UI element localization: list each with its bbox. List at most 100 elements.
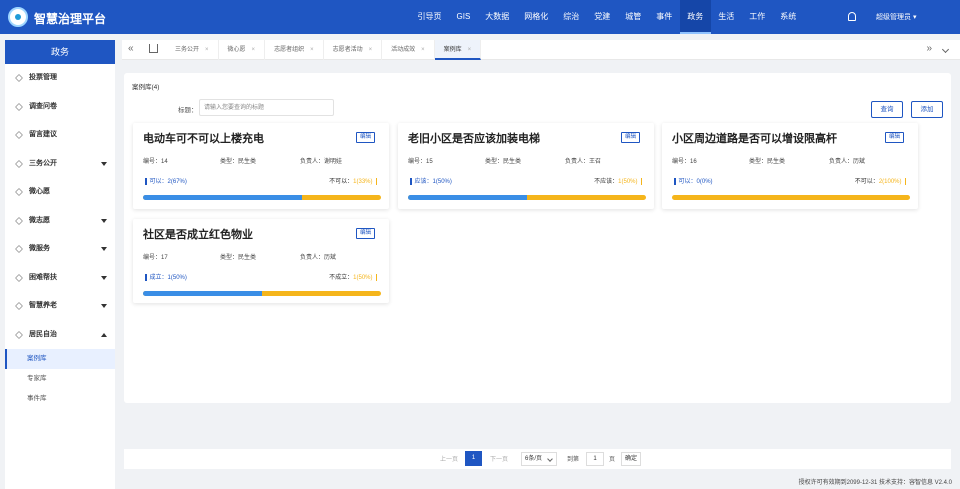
yes-value: 1(50%) [432,179,452,185]
sidebar: 政务 投票管理 调查问卷 留言建议 三务公开 微心愿 微志愿 微服务 困难帮扶 … [5,40,115,489]
pagination: 上一页 1 下一页 6条/页 到第 1 页 确定 [124,449,951,469]
close-icon[interactable]: × [252,47,256,53]
tab-label: 活动成效 [391,47,416,53]
no-value: 1(50%) [618,179,638,185]
tab-label: 志愿者活动 [332,47,363,53]
close-icon[interactable]: × [468,47,472,53]
home-icon[interactable] [149,44,158,53]
edit-button[interactable]: 编辑 [620,132,640,143]
sidebar-item-service[interactable]: 微服务 [5,235,115,264]
bell-icon[interactable] [848,12,856,21]
no-label: 不应该： [594,179,619,185]
nav-comprehensive[interactable]: 综治 [556,0,587,34]
sidebar-item-label: 留言建议 [29,131,57,138]
close-icon[interactable]: × [421,47,425,53]
no-label: 不可以： [329,179,354,185]
case-number: 编号：16 [672,159,697,165]
sidebar-item-label: 投票管理 [29,74,57,81]
nav-gis[interactable]: GIS [449,0,478,34]
page-number-button[interactable]: 1 [465,451,482,466]
case-card: 社区是否成立红色物业 编辑 编号：17 类型：民生类 负责人：历斌 成立：1(5… [133,219,389,303]
sidebar-item-suggestion[interactable]: 留言建议 [5,121,115,150]
close-icon[interactable]: × [310,47,314,53]
yes-stat: 可以：0(0%) [674,176,713,185]
case-type: 类型：民生类 [749,159,786,165]
case-type: 类型：民生类 [220,159,257,165]
nav-government[interactable]: 政务 [679,0,711,34]
tab-volunteer-activity[interactable]: 志愿者活动 × [324,40,383,60]
next-page-button[interactable]: 下一页 [490,454,508,463]
nav-system[interactable]: 系统 [773,0,804,34]
search-input[interactable] [199,99,334,116]
no-value: 2(100%) [878,179,902,185]
tab-wish[interactable]: 微心愿 × [219,40,266,60]
edit-button[interactable]: 编辑 [355,228,375,239]
nav-urban[interactable]: 城管 [618,0,649,34]
sidebar-item-elderly[interactable]: 智慧养老 [5,292,115,321]
sidebar-item-disclosure[interactable]: 三务公开 [5,150,115,179]
no-stat: 不应该：1(50%) [594,176,642,185]
star-icon [15,273,23,282]
nav-grid[interactable]: 网格化 [517,0,556,34]
sidebar-item-vote[interactable]: 投票管理 [5,64,115,93]
nav-guide[interactable]: 引导页 [410,0,449,34]
star-icon [15,74,23,82]
tab-activity-result[interactable]: 活动成效 × [382,40,435,60]
edit-button[interactable]: 编辑 [884,132,904,143]
nav-event[interactable]: 事件 [649,0,680,34]
sidebar-subitem-expert-library[interactable]: 专家库 [5,369,115,389]
nav-party[interactable]: 党建 [587,0,618,34]
tab-list: 三务公开 × 微心愿 × 志愿者组织 × 志愿者活动 × 活动成效 × 案例库 × [166,40,482,60]
vote-ratio-bar [408,195,646,200]
sidebar-item-survey[interactable]: 调查问卷 [5,93,115,122]
no-label: 不成立： [329,275,354,281]
tab-label: 三务公开 [175,47,200,53]
chevron-down-icon [101,247,107,251]
tab-disclosure[interactable]: 三务公开 × [166,40,219,60]
tab-case-library[interactable]: 案例库 × [434,40,482,60]
edit-button[interactable]: 编辑 [355,132,375,143]
case-number: 编号：17 [143,255,168,261]
vote-ratio-fill [143,291,262,296]
yes-value: 1(50%) [167,275,187,281]
tab-volunteer-org[interactable]: 志愿者组织 × [265,40,324,60]
main-panel: 案例库(4) 标题： 查询 添加 电动车可不可以上楼充电 编辑 编号：14 类型… [124,73,951,403]
sidebar-subitem-event-library[interactable]: 事件库 [5,389,115,409]
double-chevron-left-icon[interactable]: « [128,43,134,54]
yes-value: 0(0%) [696,179,713,185]
prev-page-button[interactable]: 上一页 [440,454,458,463]
query-button[interactable]: 查询 [871,101,903,118]
close-icon[interactable]: × [369,47,373,53]
sidebar-subitem-case-library[interactable]: 案例库 [5,349,115,369]
sidebar-item-assist[interactable]: 困难帮扶 [5,264,115,293]
sidebar-item-wish[interactable]: 微心愿 [5,178,115,207]
nav-bigdata[interactable]: 大数据 [478,0,517,34]
yes-value: 2(67%) [167,179,187,185]
chevron-down-icon[interactable] [941,45,950,54]
logo-icon [8,7,28,27]
goto-confirm-button[interactable]: 确定 [621,452,641,466]
case-card: 电动车可不可以上楼充电 编辑 编号：14 类型：民生类 负责人：谢明娃 可以：2… [133,123,389,209]
user-menu[interactable]: 超级管理员 ▾ [876,12,916,22]
close-icon[interactable]: × [205,47,209,53]
sidebar-item-volunteer[interactable]: 微志愿 [5,207,115,236]
star-icon [15,245,23,253]
sidebar-item-label: 调查问卷 [29,102,57,110]
add-button[interactable]: 添加 [911,101,943,118]
nav-life[interactable]: 生活 [711,0,742,34]
sidebar-item-label: 三务公开 [29,159,57,167]
chevron-down-icon [101,275,107,280]
vote-ratio-bar [143,291,381,296]
yes-label: 可以： [678,179,697,185]
yes-stat: 可以：2(67%) [145,176,187,185]
page-size-select[interactable]: 6条/页 [521,452,557,466]
double-chevron-right-icon[interactable]: » [926,43,932,54]
nav-work[interactable]: 工作 [742,0,773,34]
goto-page-input[interactable]: 1 [586,452,604,466]
sidebar-item-self-governance[interactable]: 居民自治 [5,321,115,350]
case-title: 老旧小区是否应该加装电梯 [408,133,540,145]
case-number: 编号：15 [408,159,433,165]
page-title: 案例库(4) [132,84,160,91]
sidebar-item-label: 微志愿 [29,216,50,224]
star-icon [15,159,23,168]
